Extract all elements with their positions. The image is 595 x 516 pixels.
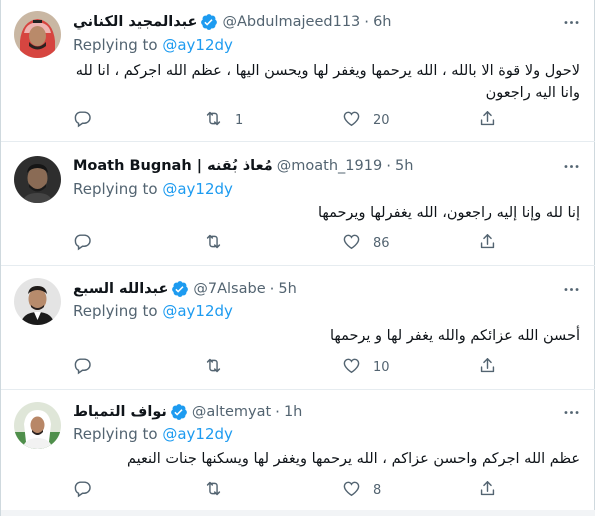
retweet-button[interactable]	[204, 356, 235, 378]
retweet-icon	[204, 356, 223, 379]
display-name[interactable]: Moath Bugnah | مُعاذ بُقنه	[73, 158, 273, 174]
tweet[interactable]: عبدالمجيد الكناني @Abdulmajeed113 · 6h R…	[1, 0, 595, 142]
share-button[interactable]	[478, 109, 497, 131]
like-icon	[342, 109, 361, 132]
share-button[interactable]	[478, 356, 497, 378]
reply-button[interactable]	[73, 232, 104, 254]
more-icon[interactable]	[560, 155, 582, 177]
timestamp[interactable]: 5h	[395, 158, 413, 174]
retweet-icon	[204, 232, 223, 255]
timestamp[interactable]: 1h	[284, 404, 302, 420]
tweet-text: إنا لله وإنا إليه راجعون، الله يغفرلها و…	[317, 205, 580, 221]
retweet-button[interactable]: 1	[204, 109, 243, 131]
reply-button[interactable]	[73, 479, 104, 501]
avatar[interactable]	[14, 278, 61, 325]
replying-to-label: Replying to	[73, 302, 163, 320]
avatar[interactable]	[14, 156, 61, 203]
display-name[interactable]: نواف التمياط	[73, 404, 167, 420]
tweet[interactable]: عبدالله السبع @7Alsabe · 5h Replying to …	[1, 266, 595, 390]
like-icon	[342, 479, 361, 502]
mention-link[interactable]: @ay12dy	[162, 180, 233, 198]
separator-dot: ·	[364, 13, 370, 31]
tweet-text: لاحول ولا قوة الا بالله ، الله يرحمها وي…	[75, 63, 580, 101]
avatar[interactable]	[14, 402, 61, 449]
replying-to-label: Replying to	[73, 180, 163, 198]
mention-link[interactable]: @ay12dy	[162, 425, 233, 443]
timestamp[interactable]: 6h	[373, 14, 391, 30]
separator-dot: ·	[269, 280, 275, 298]
retweet-icon	[204, 479, 223, 502]
tweet-thread: عبدالمجيد الكناني @Abdulmajeed113 · 6h R…	[0, 0, 595, 516]
avatar[interactable]	[14, 11, 61, 58]
share-button[interactable]	[478, 232, 497, 254]
like-button[interactable]: 86	[342, 232, 390, 254]
verified-badge-icon	[170, 403, 188, 421]
user-handle[interactable]: @moath_1919	[277, 158, 382, 174]
replying-to-line: Replying to @ay12dy	[73, 36, 233, 54]
tweet[interactable]: نواف التمياط @altemyat · 1h Replying to …	[1, 390, 595, 516]
like-button[interactable]: 8	[342, 479, 381, 501]
tweet-actions: 1 20	[73, 109, 580, 131]
tweet[interactable]: Moath Bugnah | مُعاذ بُقنه @moath_1919 ·…	[1, 142, 595, 266]
like-count: 86	[373, 235, 390, 251]
share-icon	[478, 356, 497, 379]
retweet-count: 1	[235, 112, 244, 128]
more-icon[interactable]	[560, 278, 582, 300]
more-icon[interactable]	[560, 401, 582, 423]
like-count: 10	[373, 359, 390, 375]
retweet-button[interactable]	[204, 479, 235, 501]
replying-to-line: Replying to @ay12dy	[73, 180, 233, 198]
display-name[interactable]: عبدالله السبع	[73, 281, 168, 297]
reply-icon	[73, 232, 92, 255]
like-button[interactable]: 10	[342, 356, 390, 378]
tweet-text: عظم الله اجركم واحسن عزاكم ، الله يرحمها…	[126, 451, 580, 467]
mention-link[interactable]: @ay12dy	[162, 36, 233, 54]
replying-to-line: Replying to @ay12dy	[73, 302, 233, 320]
separator-dot: ·	[386, 157, 391, 175]
separator-dot: ·	[275, 403, 280, 421]
replying-to-label: Replying to	[73, 36, 163, 54]
reply-button[interactable]	[73, 356, 104, 378]
retweet-button[interactable]	[204, 232, 235, 254]
verified-badge-icon	[200, 13, 218, 31]
reply-icon	[73, 109, 92, 132]
mention-link[interactable]: @ay12dy	[162, 302, 233, 320]
user-handle[interactable]: @7Alsabe	[193, 281, 265, 297]
share-icon	[478, 479, 497, 502]
verified-badge-icon	[171, 280, 189, 298]
like-icon	[342, 232, 361, 255]
tweet-text: أحسن الله عزائكم والله يغفر لها و يرحمها	[329, 328, 580, 344]
share-icon	[478, 232, 497, 255]
retweet-icon	[204, 109, 223, 132]
user-handle[interactable]: @altemyat	[192, 404, 271, 420]
like-count: 8	[373, 482, 382, 498]
reply-button[interactable]	[73, 109, 104, 131]
like-button[interactable]: 20	[342, 109, 390, 131]
share-button[interactable]	[478, 479, 497, 501]
reply-icon	[73, 479, 92, 502]
like-count: 20	[373, 112, 390, 128]
tweet-actions: 86	[73, 232, 580, 254]
more-icon[interactable]	[560, 11, 582, 33]
replying-to-label: Replying to	[73, 425, 163, 443]
share-icon	[478, 109, 497, 132]
tweet-actions: 10	[73, 356, 580, 378]
timestamp[interactable]: 5h	[278, 281, 296, 297]
display-name[interactable]: عبدالمجيد الكناني	[73, 14, 197, 30]
reply-icon	[73, 356, 92, 379]
user-handle[interactable]: @Abdulmajeed113	[222, 14, 360, 30]
bottom-divider	[1, 510, 595, 516]
like-icon	[342, 356, 361, 379]
replying-to-line: Replying to @ay12dy	[73, 425, 233, 443]
tweet-actions: 8	[73, 479, 580, 501]
